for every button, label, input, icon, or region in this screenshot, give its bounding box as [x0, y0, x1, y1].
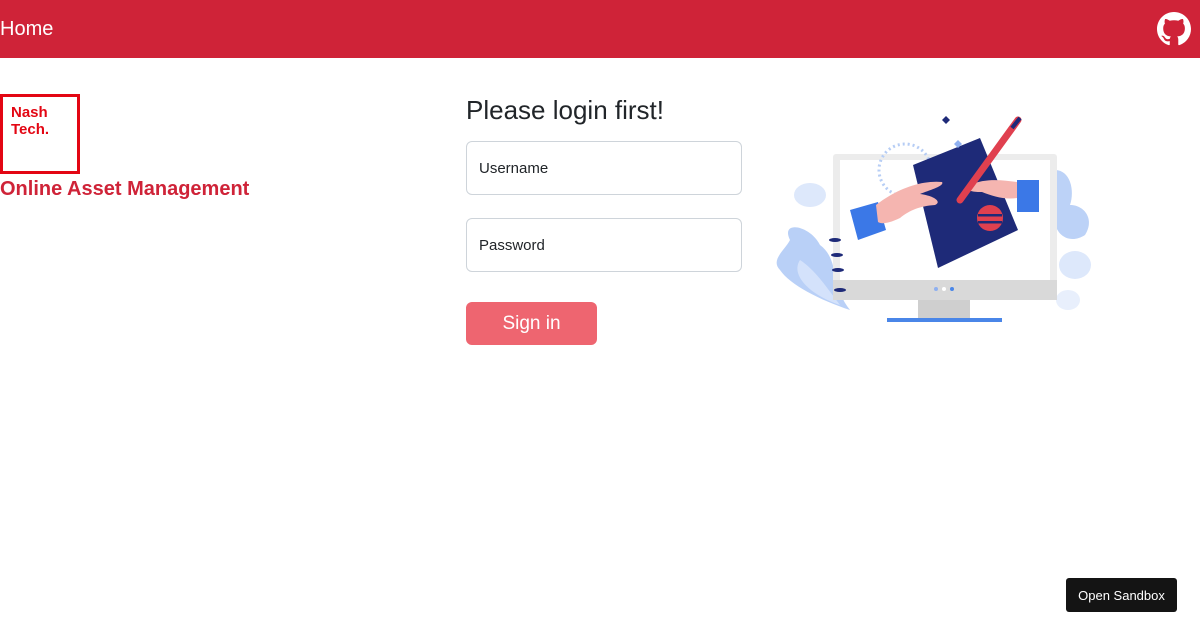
brand-block: Nash Tech. Online Asset Management	[0, 94, 249, 201]
github-icon[interactable]	[1157, 12, 1191, 46]
open-sandbox-button[interactable]: Open Sandbox	[1066, 578, 1177, 612]
login-form: Please login first! Sign in	[466, 94, 742, 345]
signin-button[interactable]: Sign in	[466, 302, 597, 345]
home-link[interactable]: Home	[0, 18, 53, 41]
login-heading: Please login first!	[466, 95, 664, 125]
app-title: Online Asset Management	[0, 178, 250, 200]
logo-line2: Tech.	[11, 121, 50, 138]
logo-line1: Nash	[11, 104, 48, 121]
nashtech-logo: Nash Tech.	[0, 94, 80, 174]
computer-signing-illustration	[776, 116, 1091, 322]
top-navbar: Home	[0, 0, 1200, 58]
password-input[interactable]	[466, 218, 742, 272]
username-input[interactable]	[466, 141, 742, 195]
